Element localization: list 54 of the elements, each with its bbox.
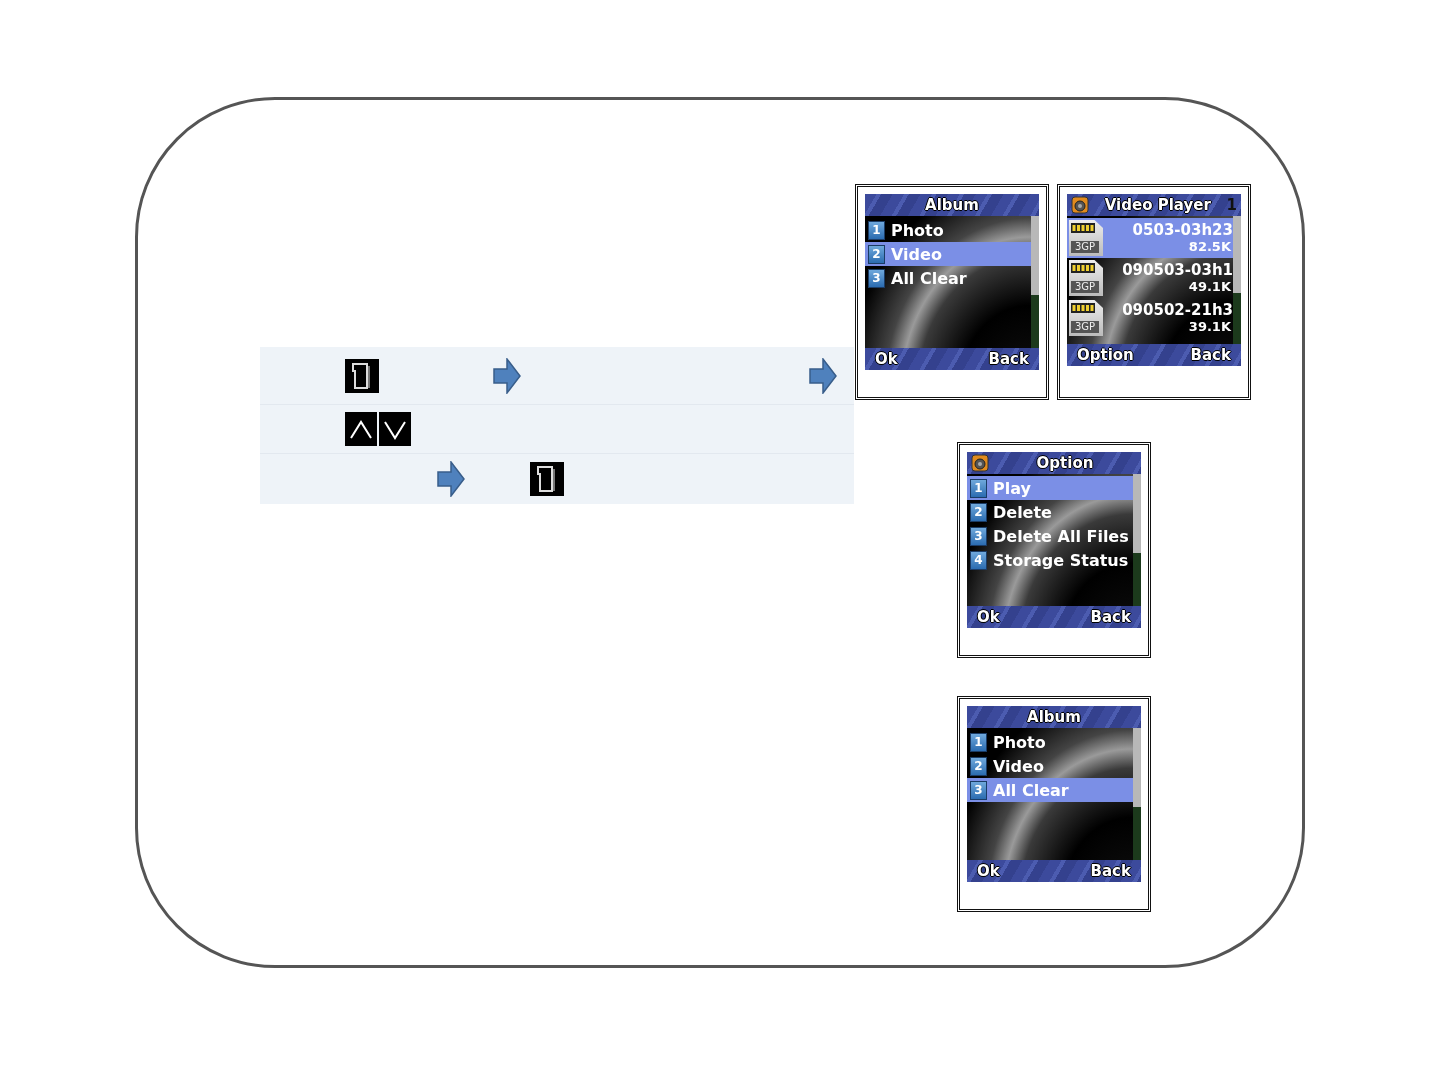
menu-item[interactable]: 1 Photo bbox=[865, 218, 1031, 242]
key-icon bbox=[345, 358, 379, 393]
file-name: 090502-21h3 bbox=[1122, 301, 1233, 319]
file-size: 82.5K bbox=[1188, 238, 1232, 255]
number-badge: 4 bbox=[970, 550, 987, 570]
left-softkey[interactable]: Ok bbox=[977, 608, 1000, 626]
number-badge: 1 bbox=[868, 220, 885, 240]
file-size: 39.1K bbox=[1188, 318, 1232, 335]
menu-item[interactable]: 4 Storage Status bbox=[967, 548, 1133, 572]
screen-title: Video Player bbox=[1103, 196, 1212, 214]
file-name: 0503-03h23 bbox=[1132, 221, 1233, 239]
right-softkey[interactable]: Back bbox=[1090, 608, 1131, 626]
counter: 1 bbox=[1226, 196, 1237, 214]
camera-icon bbox=[971, 454, 989, 472]
menu-item[interactable]: 3 All Clear bbox=[865, 266, 1031, 290]
screen-title: Album bbox=[924, 196, 980, 214]
down-key-icon bbox=[379, 412, 411, 446]
menu-item[interactable]: 2 Delete bbox=[967, 500, 1133, 524]
number-badge: 1 bbox=[970, 478, 987, 498]
number-badge: 1 bbox=[970, 732, 987, 752]
file-item[interactable]: 3GP 090502-21h3 39.1K bbox=[1067, 298, 1233, 338]
right-softkey[interactable]: Back bbox=[1090, 862, 1131, 880]
number-badge: 3 bbox=[868, 268, 885, 288]
key-icon bbox=[530, 462, 564, 496]
left-softkey[interactable]: Option bbox=[1077, 346, 1134, 364]
number-badge: 2 bbox=[868, 244, 885, 264]
left-softkey[interactable]: Ok bbox=[977, 862, 1000, 880]
menu-item[interactable]: 2 Video bbox=[967, 754, 1133, 778]
number-badge: 2 bbox=[970, 756, 987, 776]
video-file-icon: 3GP bbox=[1069, 220, 1103, 256]
camera-icon bbox=[1071, 196, 1089, 214]
arrow-icon bbox=[493, 357, 521, 394]
file-item[interactable]: 3GP 090503-03h1 49.1K bbox=[1067, 258, 1233, 298]
number-badge: 2 bbox=[970, 502, 987, 522]
left-softkey[interactable]: Ok bbox=[875, 350, 898, 368]
menu-item[interactable]: 2 Video bbox=[865, 242, 1031, 266]
file-item[interactable]: 3GP 0503-03h23 82.5K bbox=[1067, 218, 1233, 258]
screen-title: Option bbox=[1035, 454, 1095, 472]
number-badge: 3 bbox=[970, 780, 987, 800]
file-name: 090503-03h1 bbox=[1122, 261, 1233, 279]
menu-item[interactable]: 3 All Clear bbox=[967, 778, 1133, 802]
right-softkey[interactable]: Back bbox=[1190, 346, 1231, 364]
number-badge: 3 bbox=[970, 526, 987, 546]
menu-item[interactable]: 3 Delete All Files bbox=[967, 524, 1133, 548]
video-file-icon: 3GP bbox=[1069, 260, 1103, 296]
arrow-icon bbox=[809, 357, 837, 394]
screen-title: Album bbox=[1026, 708, 1082, 726]
menu-item[interactable]: 1 Play bbox=[967, 476, 1133, 500]
video-file-icon: 3GP bbox=[1069, 300, 1103, 336]
menu-item[interactable]: 1 Photo bbox=[967, 730, 1133, 754]
up-key-icon bbox=[345, 412, 377, 446]
file-size: 49.1K bbox=[1188, 278, 1232, 295]
right-softkey[interactable]: Back bbox=[988, 350, 1029, 368]
arrow-icon bbox=[437, 461, 465, 497]
